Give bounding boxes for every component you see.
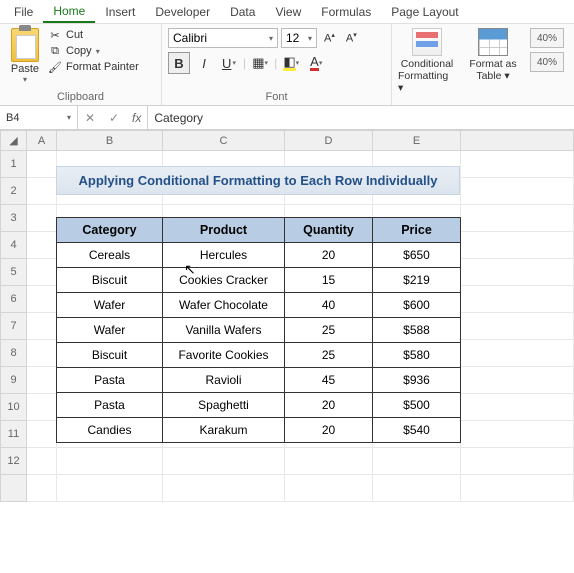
cell-style-2[interactable]: 40% xyxy=(530,52,564,72)
chevron-down-icon: ▾ xyxy=(319,59,323,67)
row-header[interactable]: 10 xyxy=(1,394,27,421)
row-header[interactable]: 7 xyxy=(1,313,27,340)
data-table: Category Product Quantity Price CerealsH… xyxy=(56,217,461,443)
menu-home[interactable]: Home xyxy=(43,1,95,23)
row-header[interactable]: 8 xyxy=(1,340,27,367)
chevron-down-icon: ▾ xyxy=(67,113,71,122)
conditional-formatting-icon xyxy=(412,28,442,56)
group-clipboard: Paste ▾ ✂Cut ⧉Copy ▾ 🖌Format Painter Cli… xyxy=(0,24,162,105)
table-row[interactable]: WaferVanilla Wafers25$588 xyxy=(57,318,461,343)
conditional-formatting-button[interactable]: ConditionalFormatting ▾ xyxy=(398,28,456,94)
font-color-button[interactable]: A▾ xyxy=(305,52,327,74)
header-category[interactable]: Category xyxy=(57,218,163,243)
select-all-corner[interactable]: ◢ xyxy=(1,131,27,151)
row-header[interactable]: 2 xyxy=(1,178,27,205)
increase-font-button[interactable]: A▴ xyxy=(320,29,339,47)
menu-data[interactable]: Data xyxy=(220,2,265,22)
copy-button[interactable]: ⧉Copy ▾ xyxy=(48,44,139,58)
table-row[interactable]: BiscuitCookies Cracker15$219 xyxy=(57,268,461,293)
row-header[interactable]: 3 xyxy=(1,205,27,232)
chevron-down-icon: ▾ xyxy=(265,59,269,67)
col-header-D[interactable]: D xyxy=(285,131,373,151)
ribbon: Paste ▾ ✂Cut ⧉Copy ▾ 🖌Format Painter Cli… xyxy=(0,24,574,106)
row-header[interactable]: 1 xyxy=(1,151,27,178)
clipboard-icon xyxy=(11,28,39,62)
table-row[interactable]: WaferWafer Chocolate40$600 xyxy=(57,293,461,318)
fx-icon[interactable]: fx xyxy=(126,111,147,125)
table-row[interactable]: BiscuitFavorite Cookies25$580 xyxy=(57,343,461,368)
font-size-select[interactable]: 12▾ xyxy=(281,28,317,48)
formula-bar: B4▾ ✕ ✓ fx Category xyxy=(0,106,574,130)
row-header[interactable]: 11 xyxy=(1,421,27,448)
menu-insert[interactable]: Insert xyxy=(95,2,145,22)
cell-style-1[interactable]: 40% xyxy=(530,28,564,48)
border-button[interactable]: ▦▾ xyxy=(249,52,271,74)
header-quantity[interactable]: Quantity xyxy=(285,218,373,243)
chevron-down-icon: ▾ xyxy=(23,75,27,84)
accept-formula-button[interactable]: ✓ xyxy=(102,111,126,125)
table-row[interactable]: PastaRavioli45$936 xyxy=(57,368,461,393)
format-painter-button[interactable]: 🖌Format Painter xyxy=(48,60,139,74)
chevron-down-icon: ▾ xyxy=(308,34,312,43)
row-header[interactable]: 9 xyxy=(1,367,27,394)
header-product[interactable]: Product xyxy=(163,218,285,243)
col-header-A[interactable]: A xyxy=(27,131,57,151)
col-header-C[interactable]: C xyxy=(163,131,285,151)
scissors-icon: ✂ xyxy=(48,28,62,42)
format-as-table-button[interactable]: Format asTable ▾ xyxy=(464,28,522,82)
group-styles: ConditionalFormatting ▾ Format asTable ▾… xyxy=(392,24,574,105)
group-label-font: Font xyxy=(168,90,385,104)
cut-button[interactable]: ✂Cut xyxy=(48,28,139,42)
menu-page-layout[interactable]: Page Layout xyxy=(381,2,468,22)
table-row[interactable]: CerealsHercules20$650 xyxy=(57,243,461,268)
bold-button[interactable]: B xyxy=(168,52,190,74)
table-row[interactable]: PastaSpaghetti20$500 xyxy=(57,393,461,418)
spreadsheet-grid[interactable]: ◢ A B C D E 1 2 3 4 5 6 7 8 9 10 11 12 A… xyxy=(0,130,574,502)
group-label-clipboard: Clipboard xyxy=(6,90,155,104)
table-row[interactable]: CandiesKarakum20$540 xyxy=(57,418,461,443)
row-header[interactable]: 12 xyxy=(1,448,27,475)
row-header[interactable]: 4 xyxy=(1,232,27,259)
italic-button[interactable]: I xyxy=(193,52,215,74)
col-header-E[interactable]: E xyxy=(373,131,461,151)
menu-developer[interactable]: Developer xyxy=(145,2,220,22)
chevron-down-icon: ▾ xyxy=(269,34,273,43)
chevron-down-icon: ▾ xyxy=(96,47,100,56)
underline-button[interactable]: U▾ xyxy=(218,52,240,74)
font-name-select[interactable]: Calibri▾ xyxy=(168,28,278,48)
row-header[interactable]: 6 xyxy=(1,286,27,313)
menu-formulas[interactable]: Formulas xyxy=(311,2,381,22)
copy-icon: ⧉ xyxy=(48,44,62,58)
group-font: Calibri▾ 12▾ A▴ A▾ B I U▾ | ▦▾ | ◧▾ A▾ F… xyxy=(162,24,392,105)
paste-label: Paste xyxy=(11,63,39,75)
menu-file[interactable]: File xyxy=(4,2,43,22)
brush-icon: 🖌 xyxy=(48,60,62,74)
menu-view[interactable]: View xyxy=(265,2,311,22)
formula-input[interactable]: Category xyxy=(148,106,574,129)
decrease-font-button[interactable]: A▾ xyxy=(342,29,361,47)
chevron-down-icon: ▾ xyxy=(296,59,300,67)
name-box[interactable]: B4▾ xyxy=(0,106,78,129)
row-header[interactable] xyxy=(1,475,27,502)
table-icon xyxy=(478,28,508,56)
header-price[interactable]: Price xyxy=(373,218,461,243)
col-header-B[interactable]: B xyxy=(57,131,163,151)
paste-button[interactable]: Paste ▾ xyxy=(6,26,44,90)
chevron-down-icon: ▾ xyxy=(232,59,236,67)
row-header[interactable]: 5 xyxy=(1,259,27,286)
menu-bar: File Home Insert Developer Data View For… xyxy=(0,0,574,24)
cancel-formula-button[interactable]: ✕ xyxy=(78,111,102,125)
sheet-title: Applying Conditional Formatting to Each … xyxy=(56,166,460,195)
fill-color-button[interactable]: ◧▾ xyxy=(280,52,302,74)
